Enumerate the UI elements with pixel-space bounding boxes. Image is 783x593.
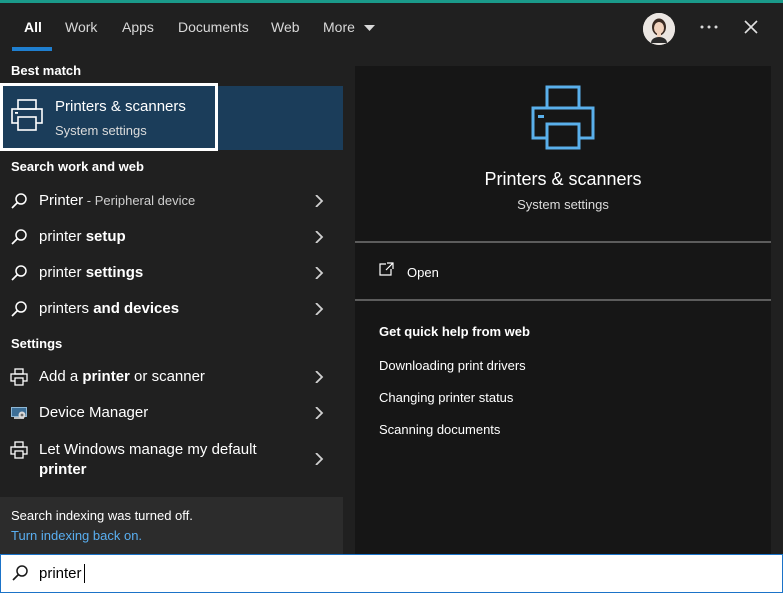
open-icon bbox=[379, 262, 394, 276]
text-cursor bbox=[84, 564, 85, 583]
chevron-right-icon bbox=[315, 407, 324, 419]
web-result-printers-and-devices[interactable]: printers and devices bbox=[0, 291, 343, 327]
preview-divider bbox=[355, 299, 771, 301]
caret-down-icon bbox=[363, 24, 375, 31]
setting-label-rest: or scanner bbox=[129, 368, 205, 385]
open-label: Open bbox=[407, 265, 439, 280]
ellipsis-icon[interactable] bbox=[700, 25, 718, 29]
search-icon bbox=[11, 193, 27, 209]
chevron-right-icon bbox=[315, 195, 324, 207]
close-icon[interactable] bbox=[744, 20, 758, 34]
tab-apps[interactable]: Apps bbox=[122, 3, 154, 52]
web-result-printer-settings[interactable]: printer settings bbox=[0, 255, 343, 291]
turn-indexing-on-link[interactable]: Turn indexing back on. bbox=[11, 528, 142, 543]
tab-more-label: More bbox=[323, 19, 355, 35]
setting-default-printer[interactable]: Let Windows manage my default printer bbox=[0, 437, 343, 481]
search-icon bbox=[11, 301, 27, 317]
web-result-bold: settings bbox=[85, 264, 144, 281]
tab-more[interactable]: More bbox=[323, 3, 375, 52]
search-icon bbox=[11, 265, 27, 281]
indexing-notice: Search indexing was turned off. Turn ind… bbox=[0, 497, 343, 554]
help-link[interactable]: Downloading print drivers bbox=[379, 358, 526, 373]
setting-label: Device Manager bbox=[39, 404, 149, 421]
web-result-label: printers bbox=[39, 300, 94, 317]
setting-add-printer[interactable]: Add a printer or scanner bbox=[0, 359, 343, 395]
web-result-detail: Peripheral device bbox=[94, 193, 196, 208]
setting-label: Add a bbox=[39, 368, 83, 385]
search-tab-bar: All Work Apps Documents Web More bbox=[0, 3, 783, 52]
web-result-label: Printer bbox=[39, 192, 84, 209]
help-link[interactable]: Scanning documents bbox=[379, 422, 500, 437]
preview-title: Printers & scanners bbox=[484, 169, 642, 189]
printer-icon bbox=[531, 85, 595, 150]
setting-label: Let Windows manage my default bbox=[39, 441, 257, 458]
setting-label-bold: printer bbox=[39, 461, 87, 478]
indexing-notice-text: Search indexing was turned off. bbox=[11, 508, 193, 523]
chevron-right-icon bbox=[315, 267, 324, 279]
tab-web[interactable]: Web bbox=[271, 3, 300, 52]
printer-icon bbox=[10, 368, 28, 386]
web-result-label: printer bbox=[39, 264, 86, 281]
chevron-right-icon bbox=[315, 303, 324, 315]
web-result-printer-setup[interactable]: printer setup bbox=[0, 219, 343, 255]
help-link[interactable]: Changing printer status bbox=[379, 390, 513, 405]
web-result-separator: - bbox=[83, 193, 95, 208]
printer-icon bbox=[10, 441, 28, 459]
web-result-label: printer bbox=[39, 228, 86, 245]
quick-help-heading: Get quick help from web bbox=[379, 324, 530, 339]
search-input[interactable]: printer bbox=[39, 565, 82, 582]
search-icon bbox=[11, 229, 27, 245]
chevron-right-icon bbox=[315, 371, 324, 383]
search-icon bbox=[12, 565, 28, 581]
chevron-right-icon bbox=[315, 453, 324, 465]
best-match-heading: Best match bbox=[11, 63, 82, 78]
setting-label-bold: printer bbox=[82, 368, 130, 385]
chevron-right-icon bbox=[315, 231, 324, 243]
search-box[interactable]: printer bbox=[0, 554, 783, 593]
tab-documents[interactable]: Documents bbox=[178, 3, 249, 52]
web-result-bold: and devices bbox=[93, 300, 180, 317]
setting-device-manager[interactable]: Device Manager bbox=[0, 395, 343, 431]
web-result-printer[interactable]: Printer - Peripheral device bbox=[0, 183, 343, 219]
preview-subtitle: System settings bbox=[517, 197, 609, 212]
tab-active-indicator bbox=[12, 47, 52, 51]
search-web-heading: Search work and web bbox=[11, 159, 144, 174]
settings-heading: Settings bbox=[11, 336, 63, 351]
tab-all[interactable]: All bbox=[24, 3, 42, 52]
open-action[interactable]: Open bbox=[379, 262, 739, 284]
preview-divider bbox=[355, 241, 771, 243]
keyboard-focus-outline bbox=[0, 83, 218, 151]
preview-pane: Printers & scanners System settings Open… bbox=[355, 66, 771, 554]
device-manager-icon bbox=[11, 407, 27, 419]
tab-work[interactable]: Work bbox=[65, 3, 97, 52]
user-avatar[interactable] bbox=[643, 13, 675, 45]
web-result-bold: setup bbox=[85, 228, 126, 245]
